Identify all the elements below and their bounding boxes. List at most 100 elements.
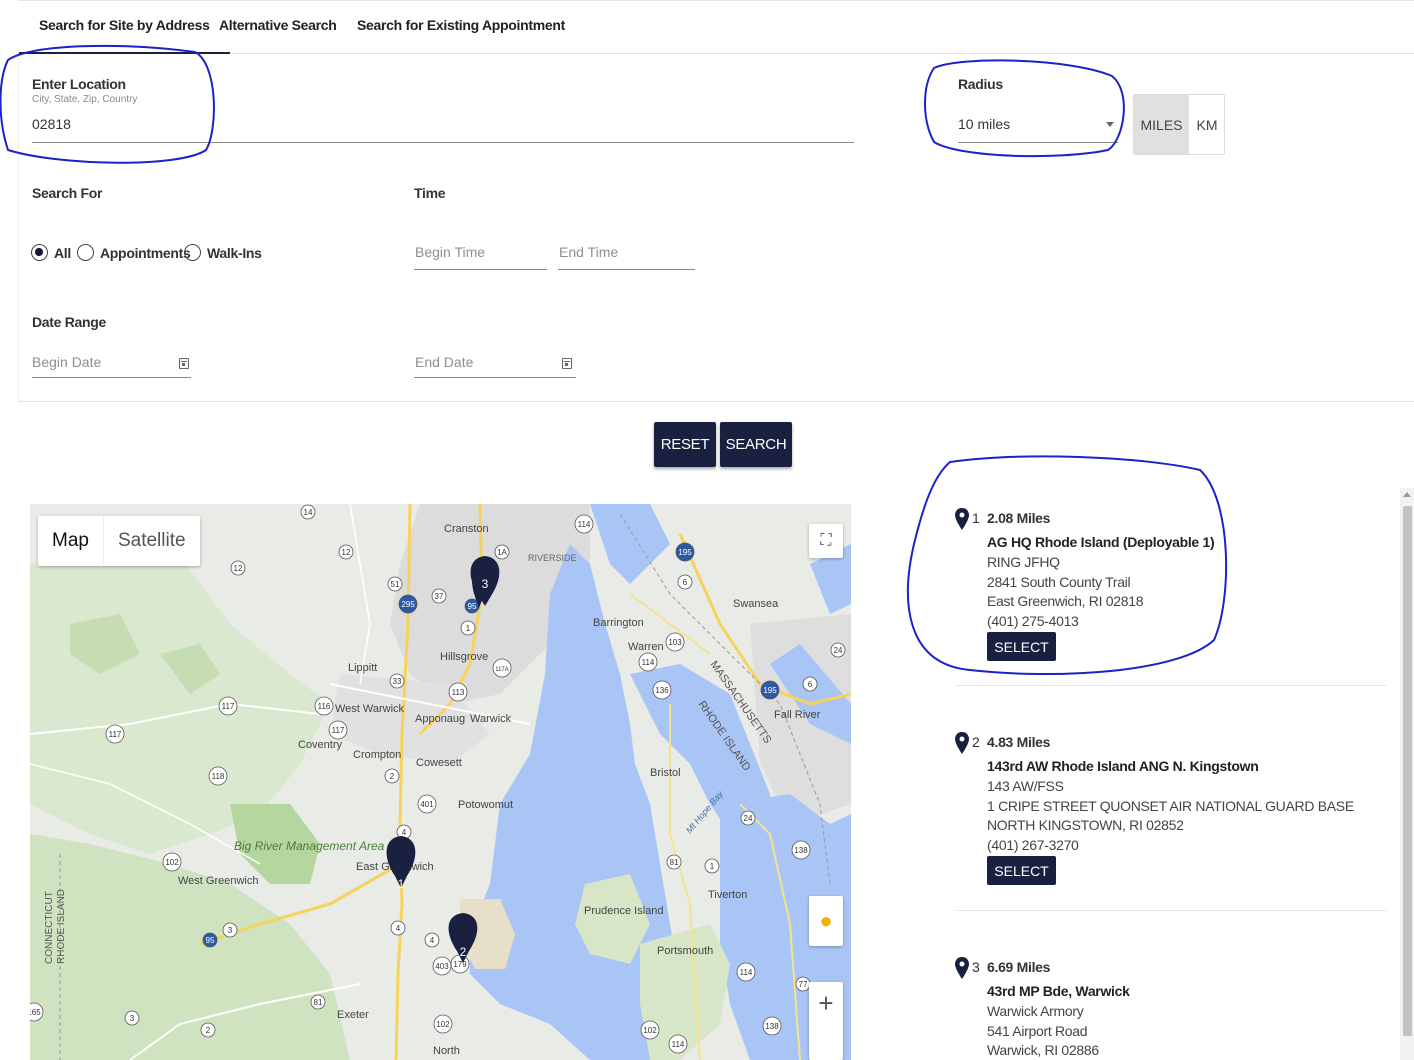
route-shield: 12 [338,544,354,560]
route-shield: 403 [432,956,452,976]
route-shield-label: 403 [435,962,449,971]
zoom-in-icon[interactable]: + [809,982,843,1060]
route-shield-label: 138 [794,846,808,855]
route-shield: 195 [675,542,695,562]
location-pin-icon [955,732,969,754]
route-shield-label: 114 [578,520,591,529]
result-distance: 4.83 Miles [987,734,1051,750]
route-shield: 117 [328,720,348,740]
route-shield-label: 6 [683,578,688,587]
route-shield: 3 [124,1010,140,1026]
result-card: 1 2.08 Miles AG HQ Rhode Island (Deploya… [955,508,1395,676]
route-shield-label: 33 [393,677,402,686]
location-pin-icon [955,957,969,979]
radius-select[interactable]: 10 miles [958,116,1010,132]
location-hint: City, State, Zip, Country [32,94,138,105]
result-divider [955,910,1387,911]
select-button[interactable]: SELECT [987,856,1056,885]
svg-text:1: 1 [398,877,405,891]
route-shield-label: 117 [332,726,345,735]
tab-search-by-address[interactable]: Search for Site by Address [19,17,230,54]
result-line: 2841 South County Trail [987,574,1131,590]
results-scrollbar[interactable] [1400,488,1414,1060]
appointment-search-page: Search for Site by Address Alternative S… [0,0,1414,1060]
route-shield: 6 [802,676,818,692]
map[interactable]: Cranston RIVERSIDE Swansea Barrington Wa… [30,504,851,1060]
calendar-icon[interactable] [562,358,572,369]
search-button[interactable]: SEARCH [720,422,792,467]
map-place-label: Prudence Island [584,905,664,917]
route-shield-label: 1A [497,548,507,557]
location-label: Enter Location [32,76,126,92]
route-shield: 103 [665,632,685,652]
route-shield-label: 12 [342,548,351,557]
tab-alternative-search[interactable]: Alternative Search [219,17,337,33]
map-place-label: Potowomut [458,799,513,811]
route-shield: 117A [492,658,512,678]
route-shield: 1 [460,620,476,636]
map-place-label: Warwick [470,713,512,725]
result-number: 1 [972,510,980,526]
route-shield: 102 [433,1014,453,1034]
route-shield: 138 [762,1016,782,1036]
radio-appointments-label: Appointments [100,245,191,261]
end-time-input[interactable]: End Time [559,244,618,260]
map-place-label: West Warwick [335,703,405,715]
route-shield-label: 77 [799,980,808,989]
radio-walk-ins[interactable] [184,244,201,261]
end-date-input[interactable]: End Date [415,354,473,370]
select-button[interactable]: SELECT [987,632,1056,661]
scroll-up-icon[interactable] [1403,492,1411,497]
map-marker[interactable]: 1 [386,836,416,891]
map-place-label: Coventry [298,739,343,751]
map-view-button[interactable]: Map [38,516,103,566]
map-place-label: Warren [628,641,664,653]
street-view-icon[interactable]: ● [809,896,843,946]
radio-appointments[interactable] [77,244,94,261]
satellite-view-button[interactable]: Satellite [102,516,200,566]
route-shield-label: 24 [744,814,753,823]
result-number: 3 [972,959,980,975]
map-place-label: CONNECTICUT [44,891,55,964]
result-line: Warwick Armory [987,1003,1084,1019]
result-line: RING JFHQ [987,554,1060,570]
radio-all[interactable] [31,244,48,261]
unit-miles-button[interactable]: MILES [1134,95,1189,154]
radius-underline [958,142,1118,143]
map-place-label: Crompton [353,749,401,761]
route-shield: 12 [230,560,246,576]
reset-button[interactable]: RESET [654,422,716,467]
result-divider [955,685,1387,686]
route-shield: 24 [740,810,756,826]
svg-text:3: 3 [482,577,489,591]
route-shield-label: 401 [420,800,434,809]
route-shield-label: 4 [430,936,435,945]
map-place-label: Big River Management Area [234,839,385,853]
map-place-label: RHODE ISLAND [56,889,67,964]
map-place-label: Lippitt [348,662,377,674]
location-input[interactable]: 02818 [32,116,71,132]
tab-existing-appointment[interactable]: Search for Existing Appointment [357,17,565,33]
calendar-icon[interactable] [179,358,189,369]
unit-km-button[interactable]: KM [1189,95,1225,154]
fullscreen-icon[interactable]: ⛶ [809,524,843,558]
map-place-label: Cowesett [416,757,462,769]
route-shield-label: 114 [642,658,655,667]
route-shield: 195 [760,680,780,700]
route-shield: 81 [666,854,682,870]
route-shield: 51 [387,576,403,592]
route-shield: 138 [791,840,811,860]
route-shield-label: 113 [452,688,465,697]
radius-label: Radius [958,76,1003,92]
begin-date-input[interactable]: Begin Date [32,354,101,370]
result-name: AG HQ Rhode Island (Deployable 1) [987,534,1215,550]
route-shield: 114 [574,514,594,534]
dropdown-arrow-icon[interactable] [1106,122,1114,127]
result-card: 2 4.83 Miles 143rd AW Rhode Island ANG N… [955,732,1395,900]
date-range-label: Date Range [32,314,107,330]
result-line: 1 CRIPE STREET QUONSET AIR NATIONAL GUAR… [987,798,1354,814]
route-shield-label: 138 [765,1022,779,1031]
begin-time-input[interactable]: Begin Time [415,244,485,260]
route-shield: 2 [200,1022,216,1038]
scrollbar-thumb[interactable] [1403,506,1412,1036]
